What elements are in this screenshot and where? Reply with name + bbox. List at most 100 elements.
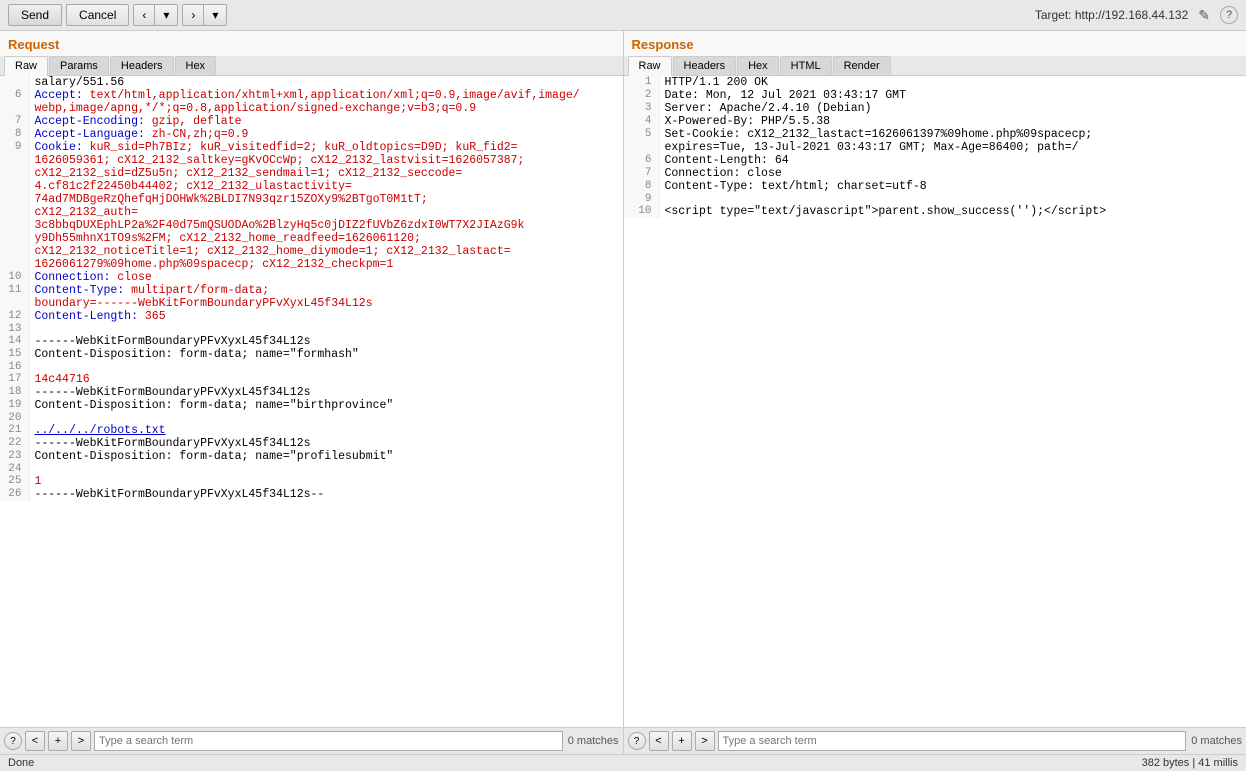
line-number: 13 [0, 323, 30, 335]
request-pane: Request Raw Params Headers Hex salary/55… [0, 31, 624, 754]
response-code-area[interactable]: 1HTTP/1.1 200 OK2Date: Mon, 12 Jul 2021 … [624, 76, 1246, 727]
line-number: 12 [0, 310, 30, 323]
line-number: 7 [0, 115, 30, 128]
table-row: 26------WebKitFormBoundaryPFvXyxL45f34L1… [0, 488, 623, 501]
line-number: 9 [624, 193, 660, 205]
line-number: 6 [0, 89, 30, 115]
line-content: Date: Mon, 12 Jul 2021 03:43:17 GMT [660, 89, 1246, 102]
target-info: Target: http://192.168.44.132 ✎ ? [1035, 5, 1238, 26]
line-content: Accept: text/html,application/xhtml+xml,… [30, 89, 623, 115]
line-number: 14 [0, 335, 30, 348]
request-tab-raw[interactable]: Raw [4, 56, 48, 76]
response-tab-bar: Raw Headers Hex HTML Render [624, 56, 1246, 76]
table-row: salary/551.56 [0, 76, 623, 89]
request-code-area[interactable]: salary/551.566Accept: text/html,applicat… [0, 76, 623, 727]
response-tab-raw[interactable]: Raw [628, 56, 672, 76]
request-tab-params[interactable]: Params [49, 56, 109, 75]
line-number: 9 [0, 141, 30, 271]
nav-back-group: ‹ ▾ [133, 4, 178, 26]
table-row: 3Server: Apache/2.4.10 (Debian) [624, 102, 1246, 115]
edit-target-button[interactable]: ✎ [1194, 5, 1214, 26]
request-search-matches: 0 matches [568, 735, 619, 747]
line-content: Server: Apache/2.4.10 (Debian) [660, 102, 1246, 115]
table-row: 9Cookie: kuR_sid=Ph7BIz; kuR_visitedfid=… [0, 141, 623, 271]
header-value: close [110, 271, 151, 284]
response-search-bar: ? < + > 0 matches [624, 727, 1246, 754]
nav-forward-dropdown[interactable]: ▾ [204, 5, 226, 25]
line-number: 7 [624, 167, 660, 180]
header-key: Content-Length: [34, 310, 138, 323]
request-search-input[interactable] [94, 731, 563, 751]
table-row: 2Date: Mon, 12 Jul 2021 03:43:17 GMT [624, 89, 1246, 102]
header-value: gzip, deflate [145, 115, 242, 128]
cancel-button[interactable]: Cancel [66, 4, 129, 26]
table-row: 12Content-Length: 365 [0, 310, 623, 323]
nav-back-button[interactable]: ‹ [134, 5, 155, 25]
response-title: Response [624, 31, 1246, 56]
response-tab-render[interactable]: Render [833, 56, 891, 75]
line-content: Connection: close [30, 271, 623, 284]
header-value: text/html,application/xhtml+xml,applicat… [34, 89, 579, 115]
line-number: 3 [624, 102, 660, 115]
line-number: 10 [624, 205, 660, 218]
response-search-next2[interactable]: > [695, 731, 715, 751]
line-content: Content-Disposition: form-data; name="pr… [30, 450, 623, 463]
table-row: 9 [624, 193, 1246, 205]
line-number: 21 [0, 424, 30, 437]
request-tab-headers[interactable]: Headers [110, 56, 174, 75]
table-row: 19Content-Disposition: form-data; name="… [0, 399, 623, 412]
header-value: kuR_sid=Ph7BIz; kuR_visitedfid=2; kuR_ol… [34, 141, 524, 271]
response-search-help[interactable]: ? [628, 732, 646, 750]
table-row: 24 [0, 463, 623, 475]
nav-forward-button[interactable]: › [183, 5, 204, 25]
line-number: 24 [0, 463, 30, 475]
line-number: 8 [0, 128, 30, 141]
line-number [0, 76, 30, 89]
response-search-input[interactable] [718, 731, 1187, 751]
table-row: 251 [0, 475, 623, 488]
table-row: 10<script type="text/javascript">parent.… [624, 205, 1246, 218]
line-content [30, 323, 623, 335]
header-key: Accept-Encoding: [34, 115, 144, 128]
header-key: Accept: [34, 89, 82, 102]
response-search-prev[interactable]: < [649, 731, 669, 751]
response-tab-hex[interactable]: Hex [737, 56, 779, 75]
table-row: 20 [0, 412, 623, 424]
line-content: 1 [30, 475, 623, 488]
line-number: 18 [0, 386, 30, 399]
line-content: ------WebKitFormBoundaryPFvXyxL45f34L12s… [30, 488, 623, 501]
request-search-next[interactable]: + [48, 731, 68, 751]
table-row: 7Connection: close [624, 167, 1246, 180]
line-content: ------WebKitFormBoundaryPFvXyxL45f34L12s [30, 335, 623, 348]
line-number: 23 [0, 450, 30, 463]
response-tab-html[interactable]: HTML [780, 56, 832, 75]
link[interactable]: ../../../robots.txt [34, 424, 165, 437]
response-search-matches: 0 matches [1191, 735, 1242, 747]
request-title: Request [0, 31, 623, 56]
request-search-next2[interactable]: > [71, 731, 91, 751]
table-row: 6Accept: text/html,application/xhtml+xml… [0, 89, 623, 115]
line-content: Content-Length: 365 [30, 310, 623, 323]
response-code-table: 1HTTP/1.1 200 OK2Date: Mon, 12 Jul 2021 … [624, 76, 1246, 218]
help-button[interactable]: ? [1220, 6, 1238, 24]
request-tab-bar: Raw Params Headers Hex [0, 56, 623, 76]
line-number: 20 [0, 412, 30, 424]
request-search-help[interactable]: ? [4, 732, 22, 750]
nav-back-dropdown[interactable]: ▾ [155, 5, 177, 25]
response-tab-headers[interactable]: Headers [673, 56, 737, 75]
table-row: 22------WebKitFormBoundaryPFvXyxL45f34L1… [0, 437, 623, 450]
table-row: 15Content-Disposition: form-data; name="… [0, 348, 623, 361]
line-content: Content-Length: 64 [660, 154, 1246, 167]
response-search-next[interactable]: + [672, 731, 692, 751]
line-content: Content-Disposition: form-data; name="bi… [30, 399, 623, 412]
request-tab-hex[interactable]: Hex [175, 56, 217, 75]
request-search-prev[interactable]: < [25, 731, 45, 751]
send-button[interactable]: Send [8, 4, 62, 26]
line-content: Cookie: kuR_sid=Ph7BIz; kuR_visitedfid=2… [30, 141, 623, 271]
line-content: salary/551.56 [30, 76, 623, 89]
line-content [30, 463, 623, 475]
toolbar: Send Cancel ‹ ▾ › ▾ Target: http://192.1… [0, 0, 1246, 31]
line-number: 4 [624, 115, 660, 128]
table-row: 10Connection: close [0, 271, 623, 284]
line-number: 8 [624, 180, 660, 193]
